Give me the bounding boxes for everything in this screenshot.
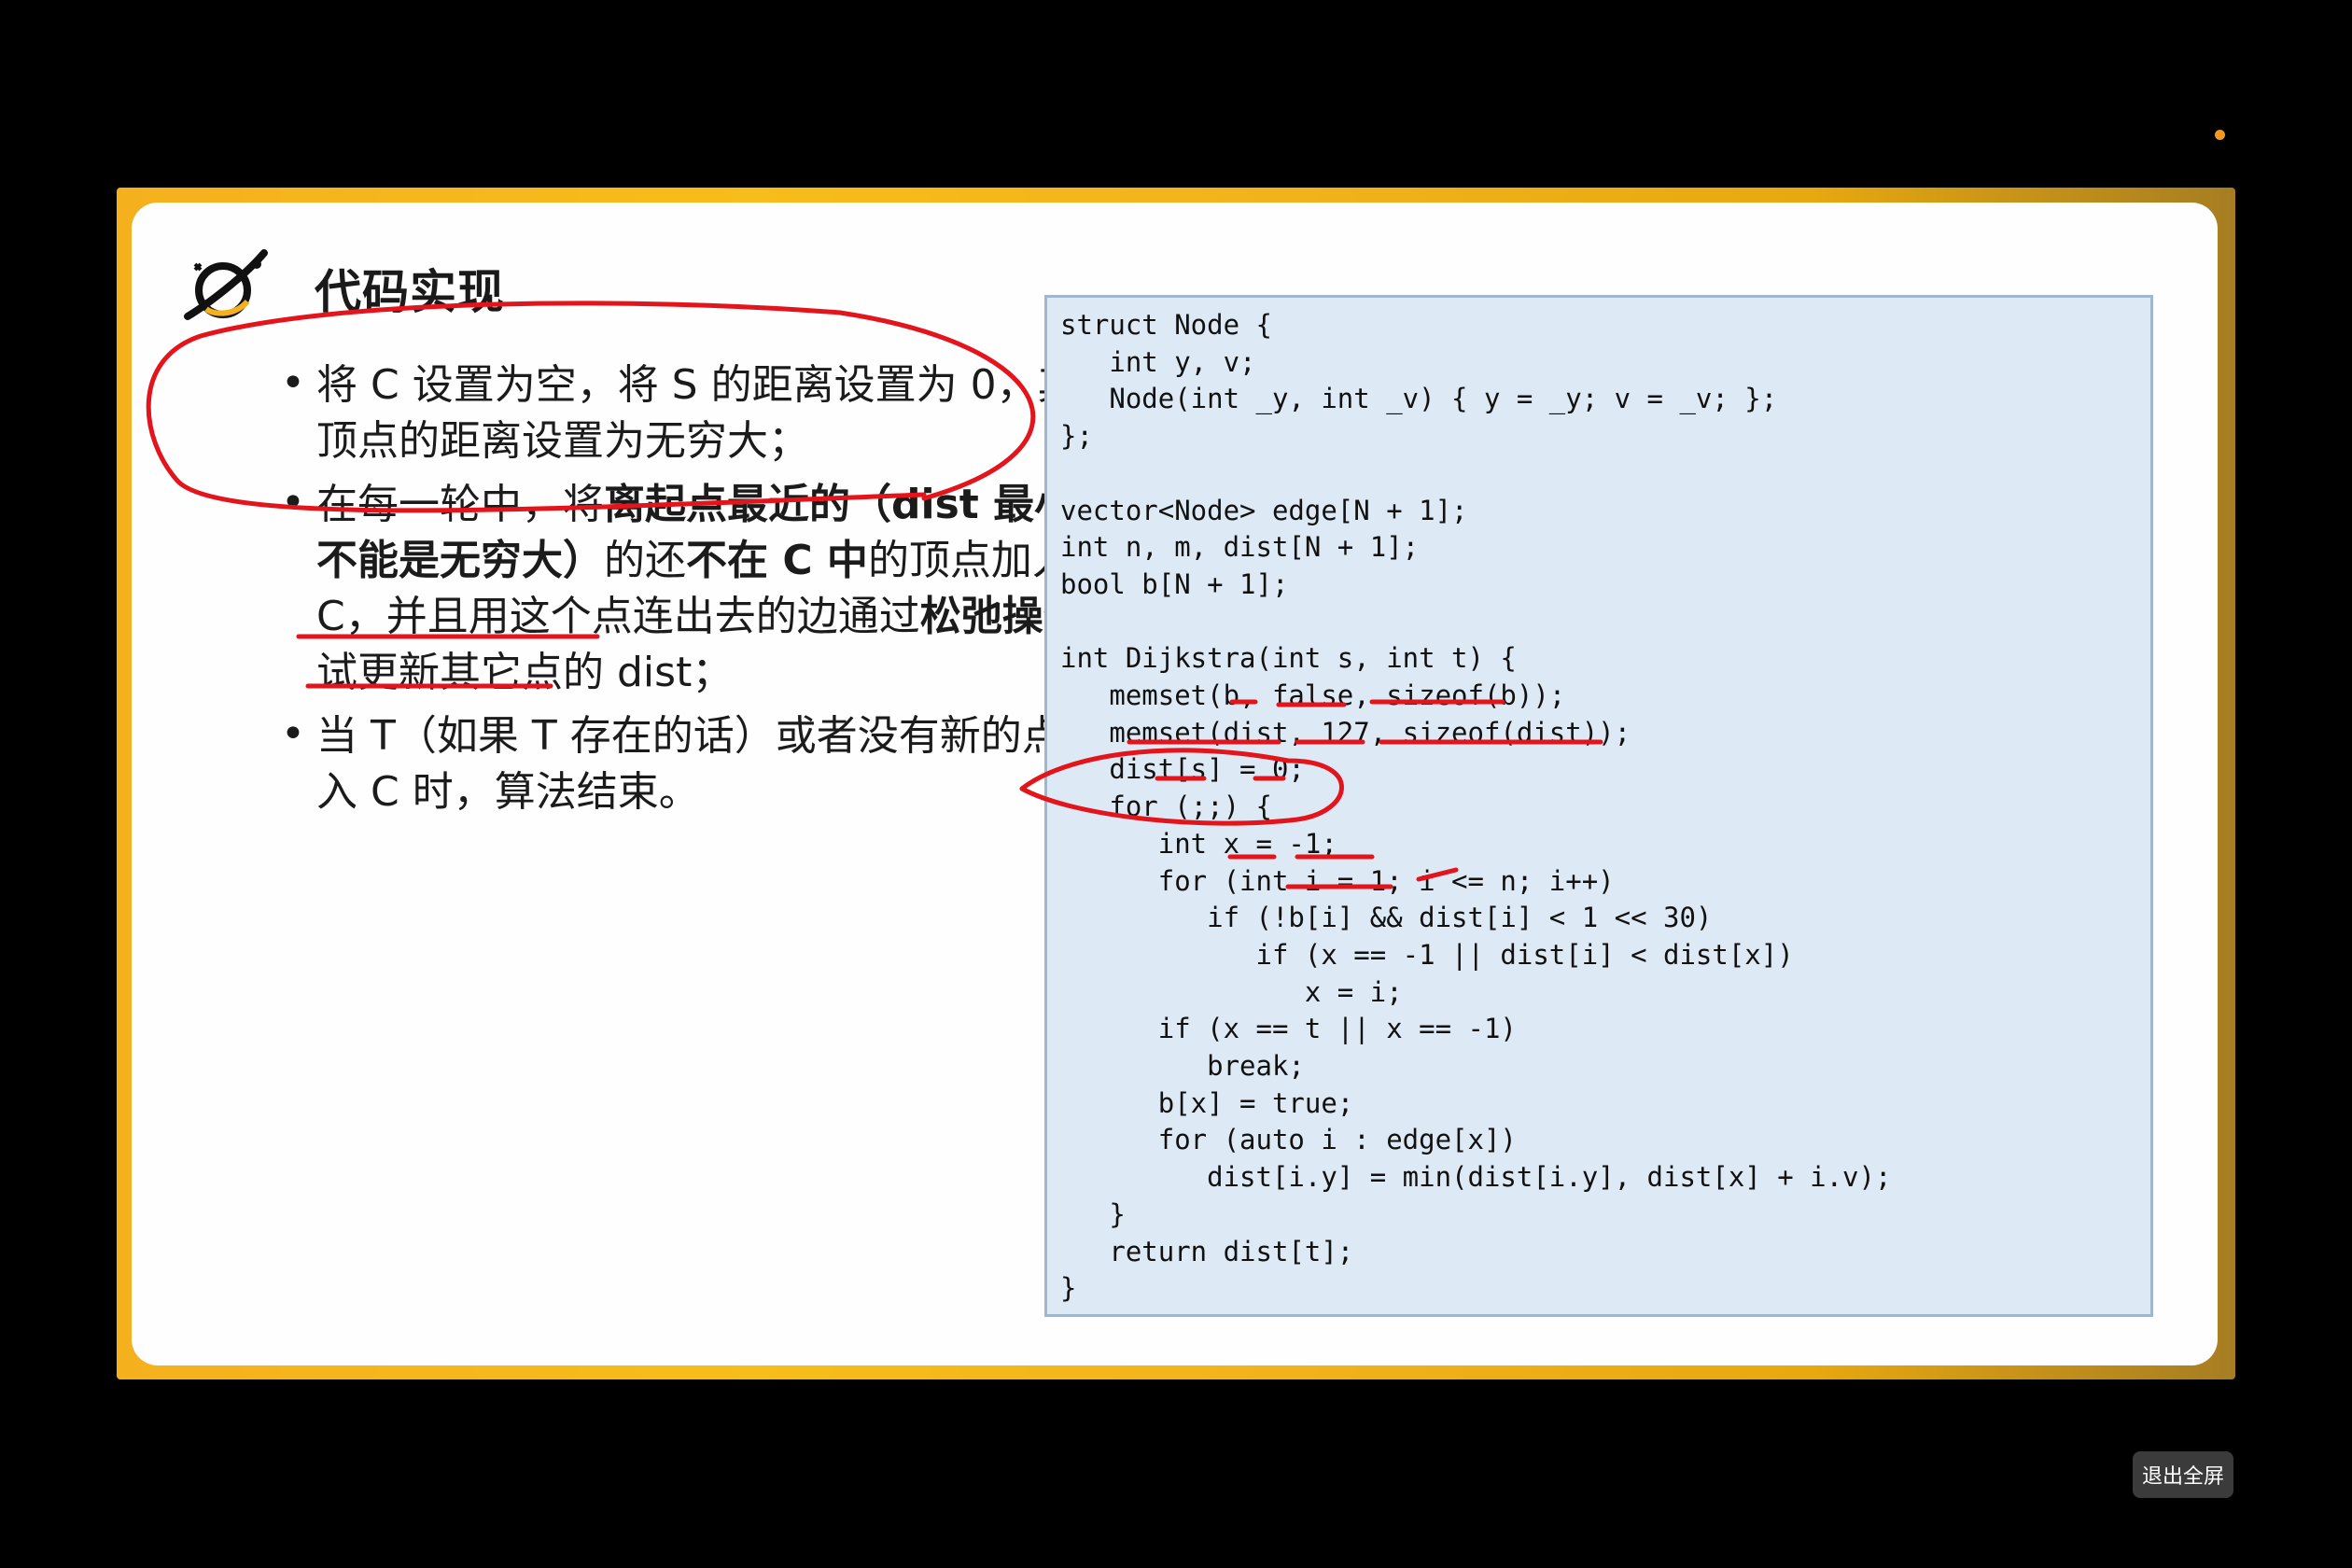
recording-indicator <box>2215 130 2225 140</box>
bullet-dot: • <box>281 359 305 407</box>
bullet-dot: • <box>281 479 305 526</box>
slide: 代码实现 • 将 C 设置为空，将 S 的距离设置为 0，其余顶点的距离设置为无穷… <box>132 203 2218 1365</box>
code-block: struct Node { int y, v; Node(int _y, int… <box>1044 295 2153 1317</box>
bullet-text: 当 T（如果 T 存在的话）或者没有新的点加入 C 时，算法结束。 <box>316 712 1104 816</box>
bullet-list: • 将 C 设置为空，将 S 的距离设置为 0，其余顶点的距离设置为无穷大； • 在每… <box>272 357 1130 828</box>
bullet-item: • 将 C 设置为空，将 S 的距离设置为 0，其余顶点的距离设置为无穷大； <box>272 357 1130 469</box>
bullet-text: 将 C 设置为空，将 S 的距离设置为 0，其余顶点的距离设置为无穷大； <box>316 361 1120 465</box>
bullet-item: • 在每一轮中，将离起点最近的（dist 最小，不能是无穷大）的还不在 C 中的顶… <box>272 477 1130 701</box>
bullet-text: 在每一轮中，将 <box>316 481 604 528</box>
bullet-item: • 当 T（如果 T 存在的话）或者没有新的点加入 C 时，算法结束。 <box>272 708 1130 820</box>
bullet-bold-text: 不在 C 中 <box>686 537 868 584</box>
exit-fullscreen-button[interactable]: 退出全屏 <box>2133 1451 2233 1498</box>
slide-title: 代码实现 <box>315 265 505 319</box>
code-text: struct Node { int y, v; Node(int _y, int… <box>1060 309 1892 1305</box>
slide-frame: 代码实现 • 将 C 设置为空，将 S 的距离设置为 0，其余顶点的距离设置为无穷… <box>117 188 2235 1379</box>
planet-logo-icon <box>184 249 268 320</box>
bullet-text: 的还 <box>604 537 686 584</box>
bullet-dot: • <box>281 710 305 758</box>
